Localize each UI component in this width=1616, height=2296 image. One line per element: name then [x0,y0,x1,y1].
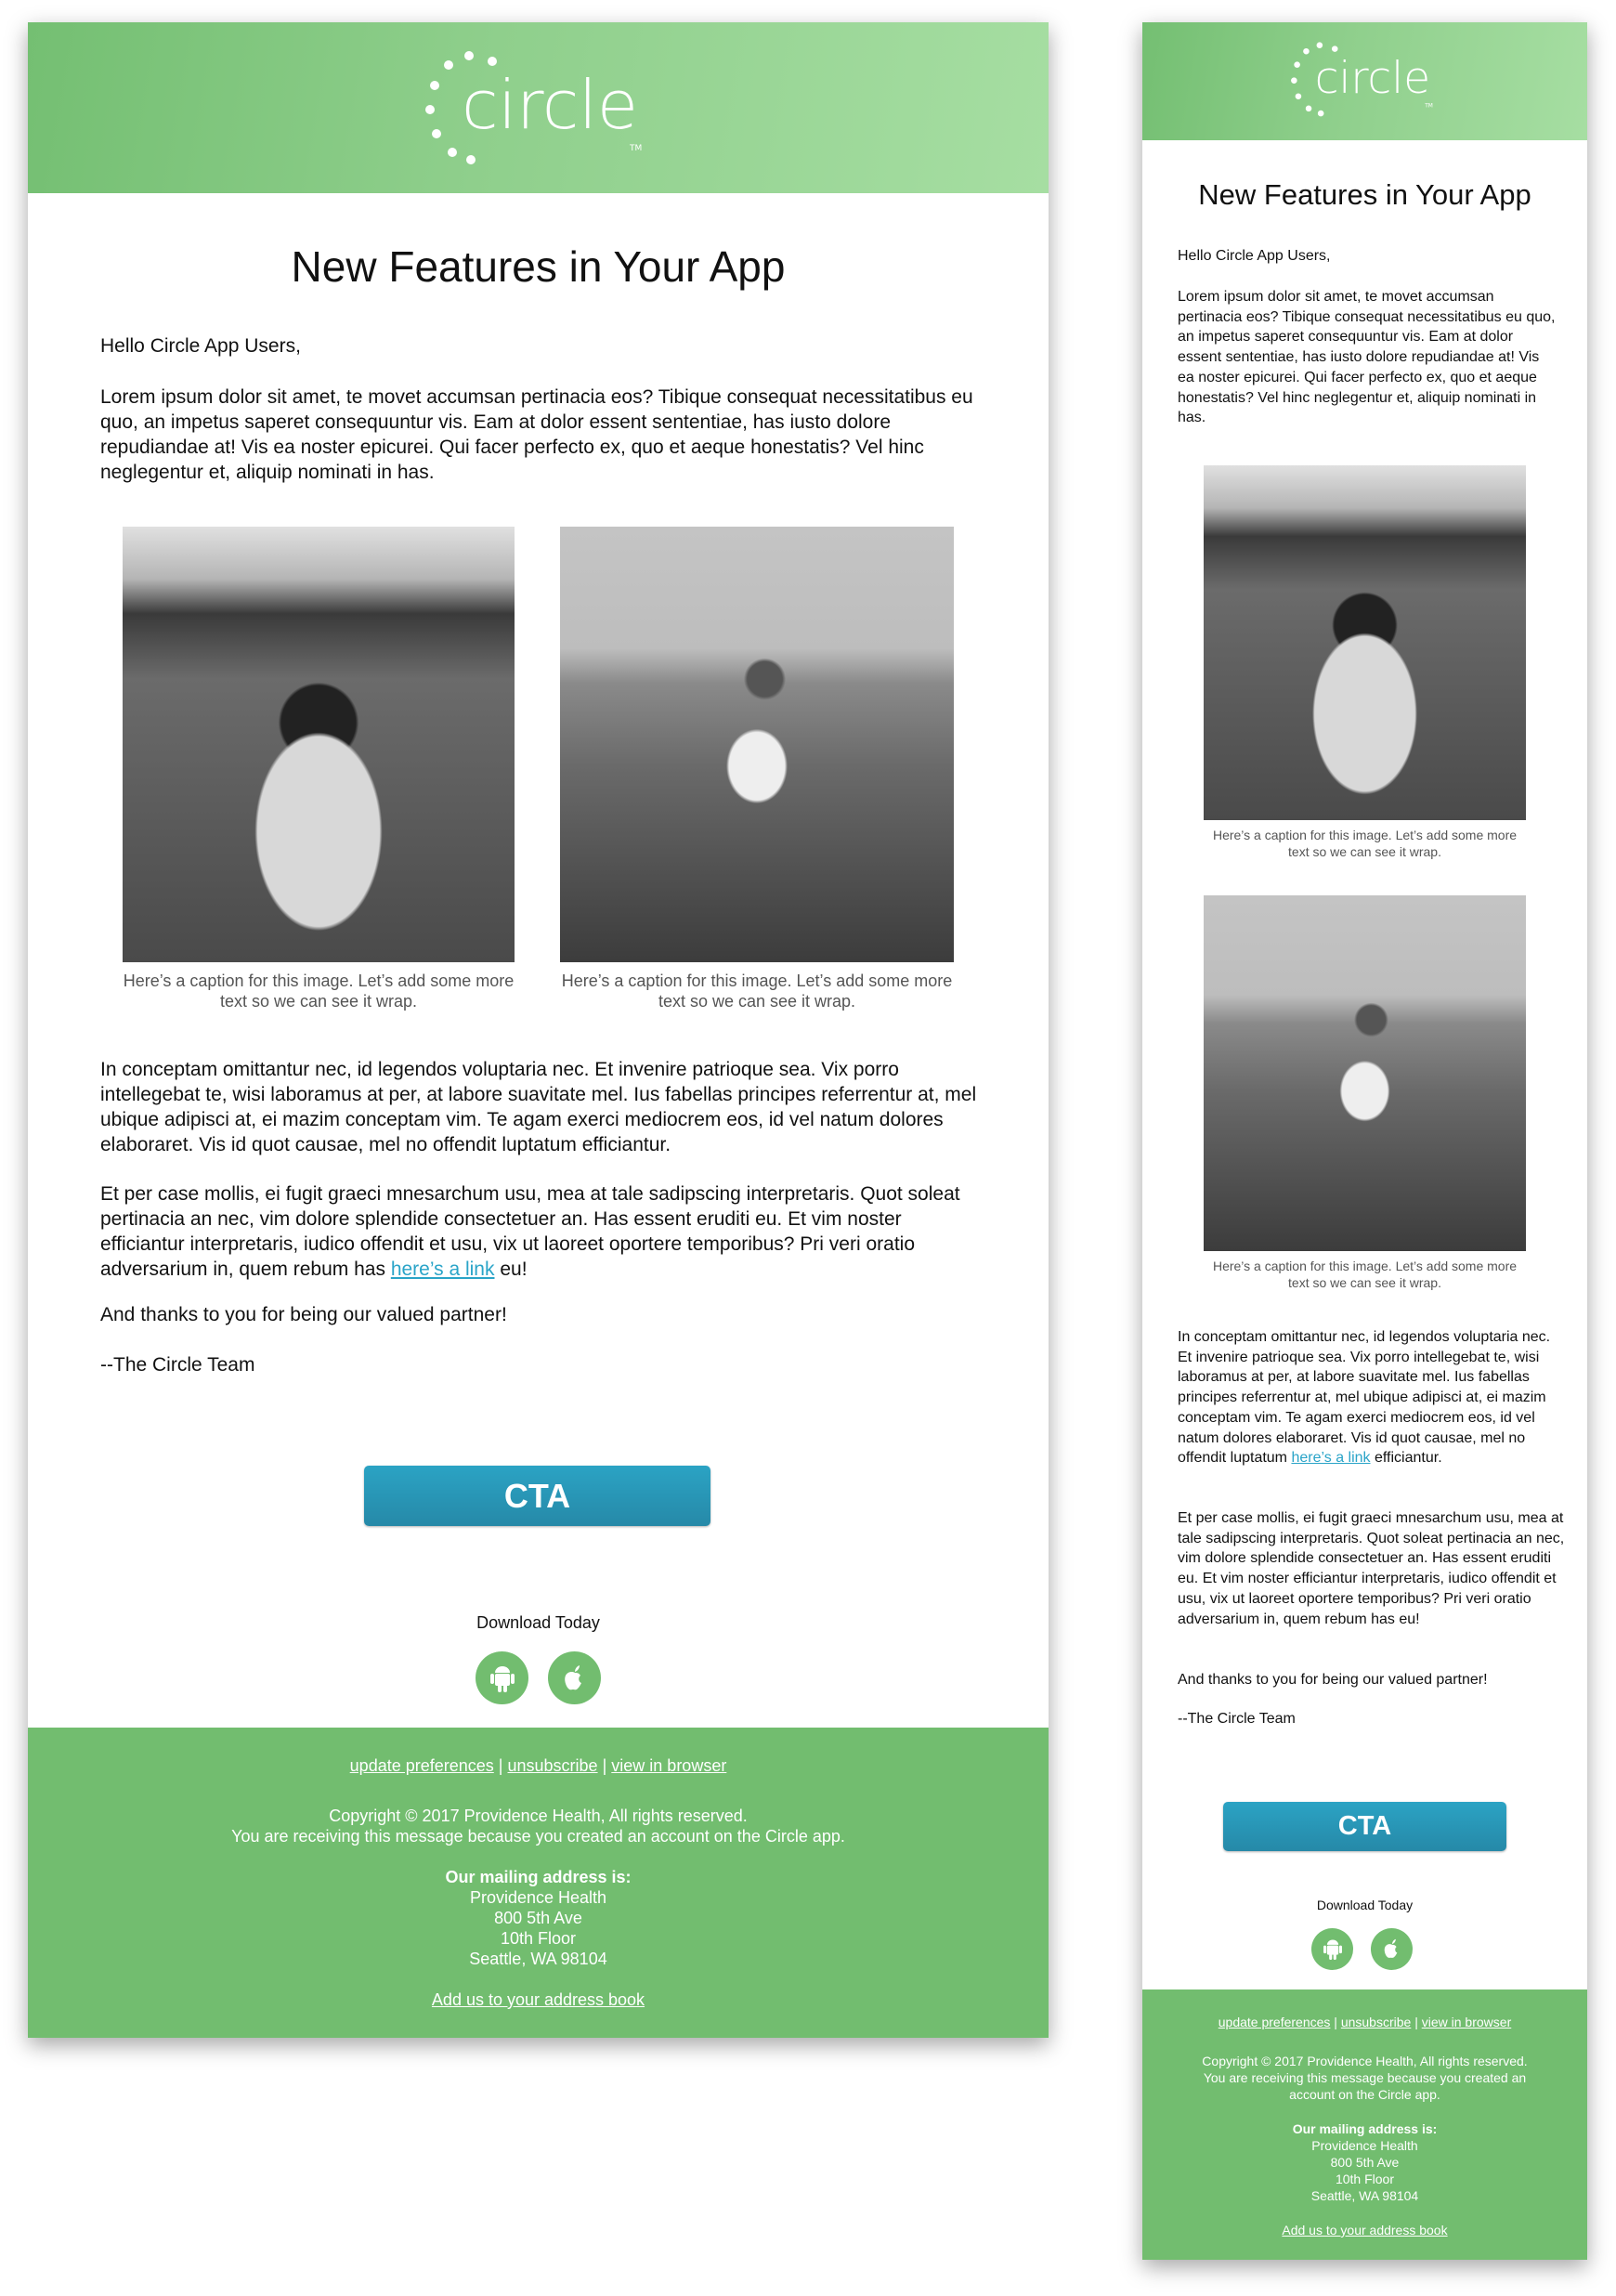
email-footer: update preferences | unsubscribe | view … [1142,1989,1587,2260]
footer-links: update preferences | unsubscribe | view … [28,1755,1049,1776]
image-caption: Here’s a caption for this image. Let’s a… [561,972,953,1011]
unsubscribe-link[interactable]: unsubscribe [508,1756,598,1775]
email-header: circle TM [28,22,1049,193]
update-preferences-link[interactable]: update preferences [1219,2015,1331,2029]
address-line: Seattle, WA 98104 [469,1950,607,1968]
image-caption: Here’s a caption for this image. Let’s a… [1212,1259,1518,1290]
apple-icon [564,1664,581,1689]
android-icon [489,1665,515,1692]
circle-logo: circle TM [1290,42,1433,117]
address-label: Our mailing address is: [1292,2121,1438,2136]
address-line: 800 5th Ave [494,1909,582,1927]
image-caption: Here’s a caption for this image. Let’s a… [1212,828,1518,859]
circle-logo: circle TM [424,51,642,164]
address-label: Our mailing address is: [445,1868,632,1886]
address-book-link[interactable]: Add us to your address book [432,1990,645,2009]
photo-girl [560,527,954,962]
body-paragraph: In conceptam omittantur nec, id legendos… [100,1059,977,1155]
separator: | [1334,2015,1337,2029]
android-store-button[interactable] [1311,1928,1353,1970]
apple-store-button[interactable] [548,1651,601,1704]
intro-paragraph: Lorem ipsum dolor sit amet, te movet acc… [100,386,973,483]
paragraph-text: efficiantur. [1370,1450,1442,1467]
paragraph-text: In conceptam omittantur nec, id legendos… [1178,1329,1551,1467]
photo-boy [1204,465,1526,820]
address-book-link[interactable]: Add us to your address book [1282,2223,1447,2237]
download-label: Download Today [1316,1898,1414,1912]
thanks-text: And thanks to you for being our valued p… [100,1304,507,1325]
mobile-email: circle TM New Features in Your App Hello… [1142,22,1587,2260]
inline-link[interactable]: here’s a link [1291,1450,1370,1466]
paragraph-text: eu! [494,1259,528,1280]
footer-links: update preferences | unsubscribe | view … [1142,2014,1587,2030]
copyright: Copyright © 2017 Providence Health, All … [1202,2054,1528,2068]
reason-text: You are receiving this message because y… [1203,2070,1527,2102]
greeting: Hello Circle App Users, [1178,248,1331,264]
desktop-email: circle TM New Features in Your App Hello… [28,22,1049,2038]
address-line: 800 5th Ave [1330,2155,1400,2170]
address-line: 10th Floor [500,1929,577,1948]
unsubscribe-link[interactable]: unsubscribe [1341,2015,1412,2029]
apple-store-button[interactable] [1371,1928,1413,1970]
svg-text:TM: TM [629,144,642,153]
android-store-button[interactable] [476,1651,528,1704]
body-paragraph: Et per case mollis, ei fugit graeci mnes… [1178,1510,1565,1627]
signoff: --The Circle Team [1178,1711,1296,1727]
photo-girl [1204,895,1526,1251]
android-icon [1323,1939,1342,1960]
email-header: circle TM [1142,22,1587,140]
body-paragraph: Et per case mollis, ei fugit graeci mnes… [100,1181,983,1282]
thanks-text: And thanks to you for being our valued p… [1178,1672,1488,1688]
page-title: New Features in Your App [291,242,786,291]
download-label: Download Today [476,1613,600,1632]
intro-paragraph: Lorem ipsum dolor sit amet, te movet acc… [1178,289,1556,426]
separator: | [498,1756,503,1775]
email-footer: update preferences | unsubscribe | view … [28,1728,1049,2038]
page-title: New Features in Your App [1198,178,1531,211]
svg-text:TM: TM [1424,104,1433,110]
update-preferences-link[interactable]: update preferences [350,1756,494,1775]
view-in-browser-link[interactable]: view in browser [1422,2015,1511,2029]
svg-text:circle: circle [462,66,638,144]
photo-boy [123,527,515,962]
signoff: --The Circle Team [100,1354,255,1376]
address-line: 10th Floor [1335,2172,1395,2186]
greeting: Hello Circle App Users, [100,335,301,357]
image-caption: Here’s a caption for this image. Let’s a… [123,972,515,1011]
cta-button[interactable]: CTA [1223,1802,1506,1851]
reason-text: You are receiving this message because y… [231,1827,845,1846]
separator: | [1414,2015,1418,2029]
body-paragraph: In conceptam omittantur nec, id legendos… [1178,1327,1566,1468]
copyright: Copyright © 2017 Providence Health, All … [329,1807,748,1825]
address-line: Providence Health [469,1888,607,1907]
view-in-browser-link[interactable]: view in browser [611,1756,726,1775]
apple-icon [1384,1938,1397,1958]
paragraph-text: Et per case mollis, ei fugit graeci mnes… [100,1183,960,1280]
address-line: Providence Health [1311,2138,1418,2153]
separator: | [602,1756,607,1775]
svg-text:circle: circle [1314,53,1429,104]
address-line: Seattle, WA 98104 [1310,2188,1419,2203]
inline-link[interactable]: here’s a link [391,1259,495,1280]
cta-button[interactable]: CTA [364,1466,710,1526]
